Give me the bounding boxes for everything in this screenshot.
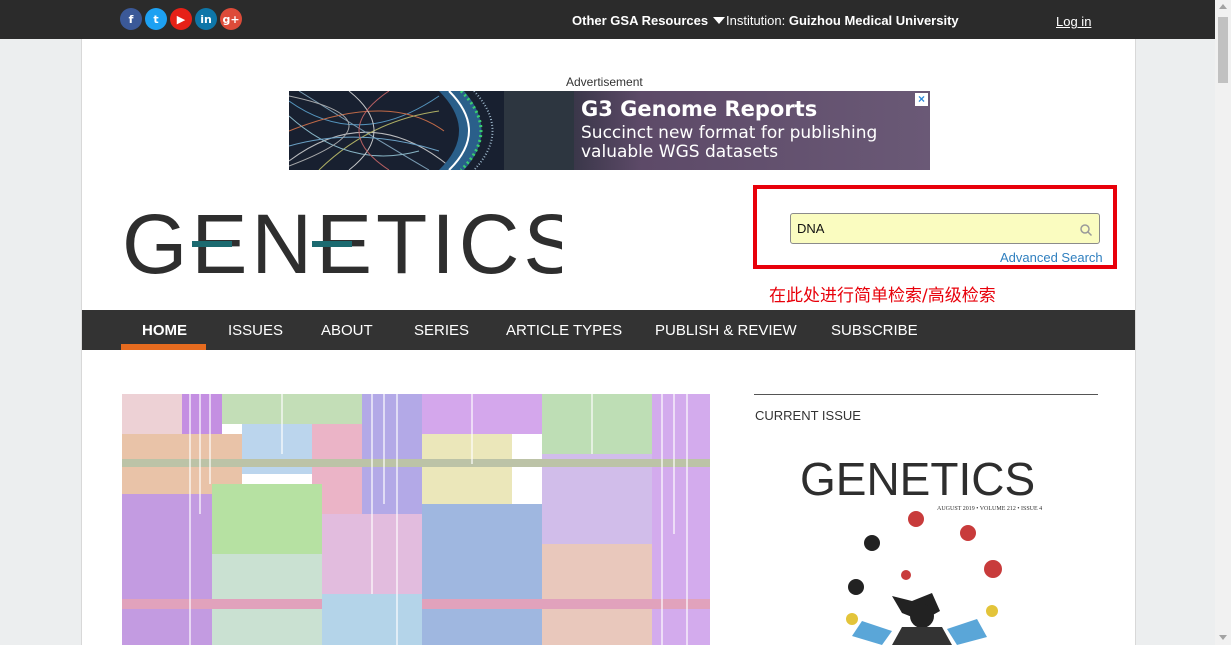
nav-active-indicator [121,344,206,350]
nav-home[interactable]: HOME [142,322,187,339]
nav-about[interactable]: ABOUT [321,322,373,339]
ad-title: G3 Genome Reports [581,97,818,121]
institution-prefix: Institution: [726,13,789,28]
linkedin-icon[interactable]: in [195,8,217,30]
resources-label: Other GSA Resources [572,13,709,28]
caret-down-icon [713,17,726,24]
nav-issues[interactable]: ISSUES [228,322,283,339]
svg-text:AUGUST 2019 • VOLUME 212 • ISS: AUGUST 2019 • VOLUME 212 • ISSUE 4 [937,506,1042,512]
nav-article-types[interactable]: ARTICLE TYPES [506,322,622,339]
current-issue-label: CURRENT ISSUE [755,408,861,423]
institution-info: Institution: Guizhou Medical University [726,13,959,28]
genetics-logo[interactable]: GENETICS [122,209,562,279]
scroll-up-icon[interactable] [1219,4,1227,9]
googleplus-icon[interactable]: g+ [220,8,242,30]
search-input[interactable] [790,213,1100,244]
issue-divider [754,394,1098,395]
ad-subtitle: Succinct new format for publishing valua… [581,123,878,162]
advanced-search-link[interactable]: Advanced Search [1000,250,1103,265]
search-icon[interactable] [1079,223,1093,237]
close-icon[interactable]: × [915,93,928,106]
scroll-thumb[interactable] [1218,17,1228,83]
search-highlight-box: Advanced Search [753,185,1117,269]
nav-series[interactable]: SERIES [414,322,469,339]
featured-image[interactable] [122,394,710,645]
social-links: f t ▶ in g+ [120,8,242,30]
scrollbar[interactable] [1215,0,1231,645]
youtube-icon[interactable]: ▶ [170,8,192,30]
nav-subscribe[interactable]: SUBSCRIBE [831,322,918,339]
other-resources-menu[interactable]: Other GSA Resources [572,13,726,28]
facebook-icon[interactable]: f [120,8,142,30]
nav-publish-review[interactable]: PUBLISH & REVIEW [655,322,797,339]
institution-name: Guizhou Medical University [788,13,959,28]
ad-genome-art [289,91,574,170]
current-issue-cover[interactable]: GENETICS AUGUST 2019 • VOLUME 212 • ISSU… [782,451,1082,645]
search-annotation: 在此处进行简单检索/高级检索 [769,286,996,306]
ad-banner[interactable]: G3 Genome Reports Succinct new format fo… [289,91,930,170]
main-nav: HOME ISSUES ABOUT SERIES ARTICLE TYPES P… [82,310,1135,350]
top-bar: f t ▶ in g+ Other GSA Resources Institut… [0,0,1215,39]
svg-text:GENETICS: GENETICS [800,453,1035,505]
ad-label: Advertisement [566,75,643,89]
twitter-icon[interactable]: t [145,8,167,30]
login-link[interactable]: Log in [1056,14,1091,29]
scroll-down-icon[interactable] [1219,635,1227,640]
page-content: Advertisement G3 Genome Reports Succinct… [81,39,1136,645]
